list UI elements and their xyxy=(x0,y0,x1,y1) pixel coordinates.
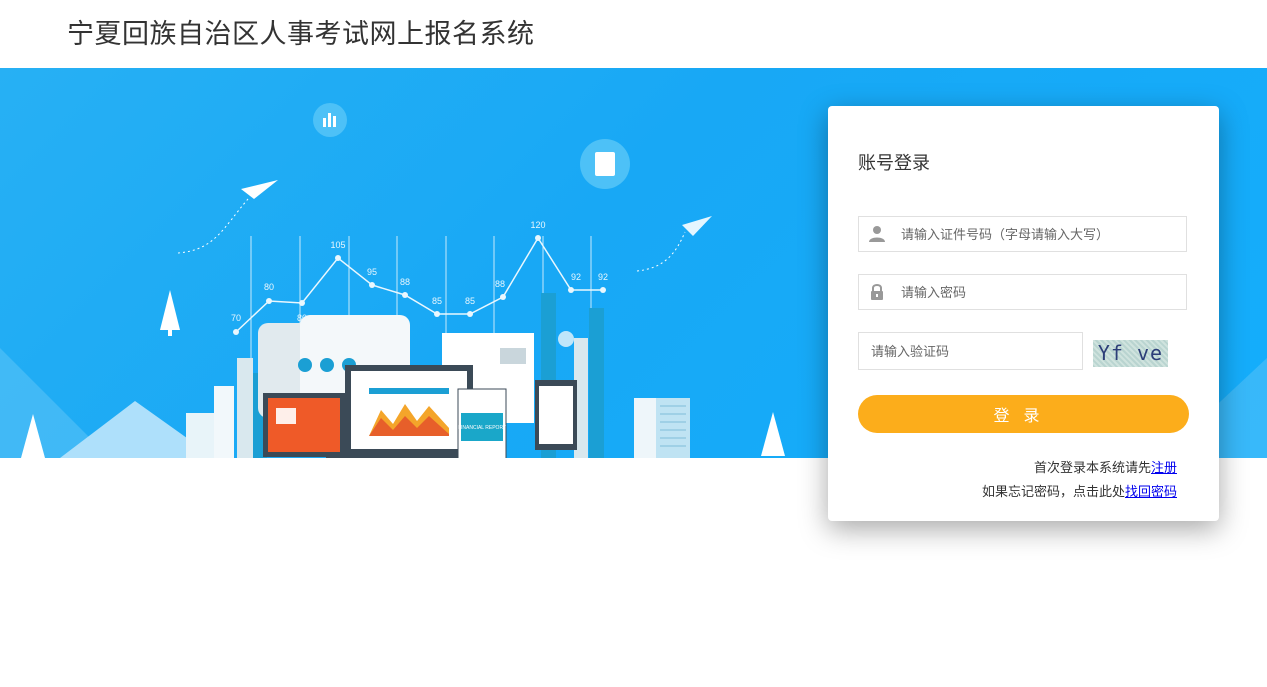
chart-label: 70 xyxy=(231,313,241,323)
site-title: 宁夏回族自治区人事考试网上报名系统 xyxy=(67,19,535,50)
login-button[interactable]: 登录 xyxy=(858,395,1189,433)
bubble xyxy=(558,331,574,347)
chart-label: 85 xyxy=(465,296,475,306)
register-prompt: 首次登录本系统请先 xyxy=(1033,461,1151,476)
register-link[interactable]: 注册 xyxy=(1151,461,1177,476)
register-line: 首次登录本系统请先注册 xyxy=(1034,457,1177,476)
password-field xyxy=(858,274,1187,311)
header: 宁夏回族自治区人事考试网上报名系统 xyxy=(0,0,1267,68)
chart-label: 95 xyxy=(367,267,377,277)
login-card: 账号登录 Yf ve 登录 首次登录本系统请先注册 如果忘记密码，点击此处找回密… xyxy=(828,106,1219,521)
id-number-input[interactable] xyxy=(899,217,1183,253)
password-input[interactable] xyxy=(899,275,1183,311)
forgot-line: 如果忘记密码，点击此处找回密码 xyxy=(982,481,1177,500)
chart-label: 92 xyxy=(598,272,608,282)
paper-plane-icon xyxy=(241,180,278,199)
bar-tower xyxy=(237,358,253,458)
tablet xyxy=(263,393,345,457)
chart-label: 85 xyxy=(432,296,442,306)
phone-screen xyxy=(539,386,573,444)
chart-label: 80 xyxy=(264,282,274,292)
user-icon xyxy=(869,226,885,242)
chart-label: 88 xyxy=(495,279,505,289)
financial-report: FINANCIAL REPORT xyxy=(457,388,507,458)
chart-label: 88 xyxy=(400,277,410,287)
chart-label: 120 xyxy=(530,220,545,230)
captcha-input[interactable] xyxy=(869,333,1078,371)
captcha-field xyxy=(858,332,1083,371)
forgot-password-link[interactable]: 找回密码 xyxy=(1125,485,1177,500)
id-number-field xyxy=(858,216,1187,253)
bar-tower xyxy=(589,308,604,458)
chart-label: 105 xyxy=(330,240,345,250)
report-label: FINANCIAL REPORT xyxy=(458,425,506,431)
chart-label: 92 xyxy=(571,272,581,282)
login-title: 账号登录 xyxy=(858,153,930,174)
forgot-prompt: 如果忘记密码，点击此处 xyxy=(981,485,1125,500)
lock-icon xyxy=(871,284,883,300)
captcha-image[interactable]: Yf ve xyxy=(1093,340,1168,367)
paper-plane-icon xyxy=(682,216,712,236)
